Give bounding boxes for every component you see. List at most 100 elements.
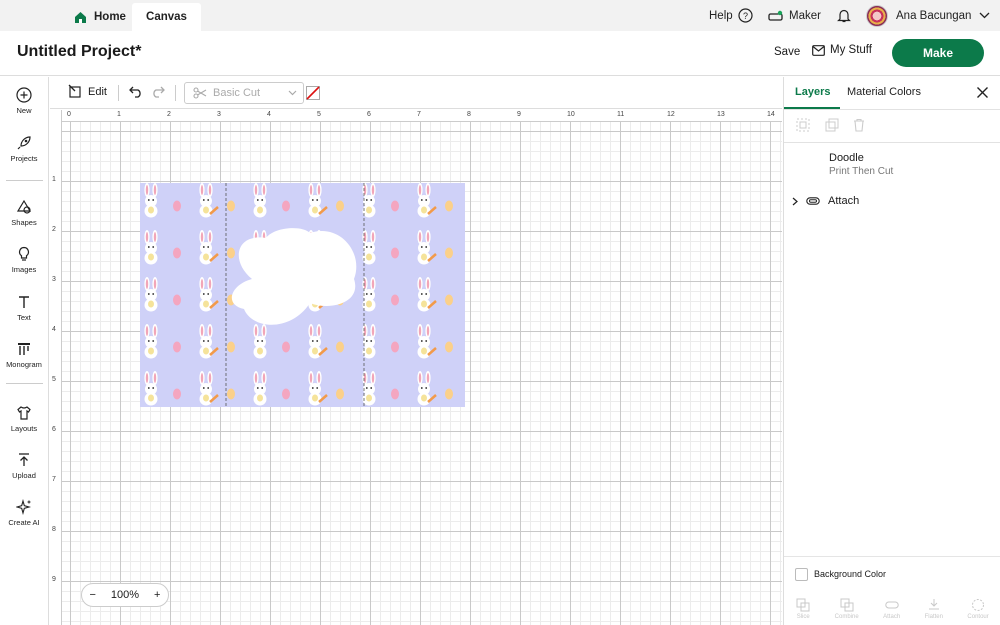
sidebar-label-images: Images <box>11 265 37 274</box>
combine-button[interactable]: Combine <box>835 598 859 620</box>
slice-label: Slice <box>796 613 810 620</box>
flatten-label: Flatten <box>924 613 943 620</box>
my-stuff-button[interactable]: My Stuff <box>812 44 872 56</box>
undo-icon[interactable] <box>129 86 143 98</box>
attach-button[interactable]: Attach <box>883 598 900 620</box>
redo-icon[interactable] <box>151 86 165 98</box>
chevron-right-icon[interactable] <box>792 197 798 206</box>
edit-icon <box>68 84 83 99</box>
attach-icon <box>884 598 899 612</box>
sidebar-label-upload: Upload <box>12 471 36 480</box>
ruler-label: 9 <box>52 576 56 583</box>
ruler-label: 4 <box>267 111 271 118</box>
ruler-label: 13 <box>717 111 725 118</box>
tab-canvas[interactable]: Canvas <box>132 3 201 31</box>
tab-layers[interactable]: Layers <box>795 86 830 98</box>
sidebar-item-monogram[interactable]: Monogram <box>0 341 48 369</box>
sidebar-label-text: Text <box>17 313 31 322</box>
contour-label: Contour <box>967 613 989 620</box>
ruler-label: 9 <box>517 111 521 118</box>
notifications-button[interactable] <box>837 0 851 31</box>
sidebar-item-upload[interactable]: Upload <box>0 452 48 480</box>
toolbar-divider <box>118 85 119 101</box>
sidebar-item-text[interactable]: Text <box>0 294 48 322</box>
sidebar-divider <box>6 383 43 384</box>
ruler-label: 4 <box>52 326 56 333</box>
background-color-checkbox[interactable] <box>795 567 808 581</box>
sidebar-item-new[interactable]: New <box>0 87 48 115</box>
ruler-label: 14 <box>767 111 775 118</box>
contour-button[interactable]: Contour <box>967 598 989 620</box>
combine-icon <box>840 598 854 612</box>
combine-label: Combine <box>834 613 859 620</box>
bottom-toolbar: Slice Combine Attach Flatten Contour <box>784 592 1000 625</box>
background-color-label: Background Color <box>814 569 887 579</box>
bell-icon <box>837 8 851 23</box>
edit-button[interactable]: Edit <box>68 84 107 99</box>
help-button[interactable]: Help ? <box>709 0 753 31</box>
design-canvas[interactable]: 0 1 2 3 4 5 6 7 8 9 10 11 12 13 14 1 2 3… <box>50 110 782 625</box>
zoom-level[interactable]: 100% <box>111 589 139 601</box>
help-label: Help <box>709 9 733 22</box>
ruler-label: 10 <box>567 111 575 118</box>
sidebar-item-layouts[interactable]: Layouts <box>0 405 48 433</box>
shirt-icon <box>16 405 32 421</box>
flatten-icon <box>927 598 941 612</box>
save-button[interactable]: Save <box>774 46 800 58</box>
sidebar-label-shapes: Shapes <box>11 218 37 227</box>
upload-icon <box>16 452 32 468</box>
maker-button[interactable]: Maker <box>768 0 821 31</box>
rocket-icon <box>16 135 32 151</box>
user-menu[interactable]: Ana Bacungan <box>866 0 990 31</box>
maker-label: Maker <box>789 9 821 22</box>
sidebar-label-create-ai: Create AI <box>8 518 40 527</box>
layers-panel: Layers Material Colors Doodle Print Then… <box>783 77 1000 625</box>
svg-text:?: ? <box>743 11 748 21</box>
ruler-label: 1 <box>52 176 56 183</box>
layer-name[interactable]: Doodle <box>829 152 864 164</box>
bunny-pattern-image[interactable] <box>140 183 465 407</box>
trash-icon[interactable] <box>852 118 866 132</box>
sidebar-item-create-ai[interactable]: Create AI <box>0 499 48 527</box>
tab-material-colors[interactable]: Material Colors <box>847 86 921 98</box>
ruler-label: 8 <box>52 526 56 533</box>
tab-home-label: Home <box>94 11 126 23</box>
my-stuff-label: My Stuff <box>830 44 872 56</box>
sidebar-item-projects[interactable]: Projects <box>0 135 48 163</box>
sidebar-label-projects: Projects <box>10 154 38 163</box>
sparkle-icon <box>16 499 32 515</box>
ruler-label: 1 <box>117 111 121 118</box>
ruler-label: 6 <box>367 111 371 118</box>
lightbulb-icon <box>16 246 32 262</box>
operation-value: Basic Cut <box>213 87 261 99</box>
zoom-control: − 100% + <box>81 583 169 607</box>
flatten-button[interactable]: Flatten <box>925 598 943 620</box>
zoom-in-button[interactable]: + <box>154 589 160 601</box>
duplicate-icon[interactable] <box>825 118 839 132</box>
make-button[interactable]: Make <box>892 39 984 67</box>
zoom-out-button[interactable]: − <box>89 589 95 601</box>
ruler-horizontal: 0 1 2 3 4 5 6 7 8 9 10 11 12 13 14 <box>50 110 782 122</box>
sidebar-item-images[interactable]: Images <box>0 246 48 274</box>
text-icon <box>16 294 32 310</box>
home-icon <box>74 11 87 24</box>
sidebar-item-shapes[interactable]: Shapes <box>0 199 48 227</box>
top-tab-bar: Home Canvas Help ? Maker Ana Bacungan <box>0 0 1000 31</box>
group-icon[interactable] <box>796 118 810 132</box>
sidebar-divider <box>6 180 43 181</box>
attach-label: Attach <box>828 195 860 207</box>
operation-select[interactable]: Basic Cut <box>184 82 304 104</box>
sidebar-label-layouts: Layouts <box>10 424 38 433</box>
slice-button[interactable]: Slice <box>796 598 810 620</box>
ruler-label: 7 <box>52 476 56 483</box>
project-title[interactable]: Untitled Project* <box>17 43 141 61</box>
close-icon[interactable] <box>976 86 989 99</box>
monogram-icon <box>16 341 32 357</box>
ruler-label: 5 <box>52 376 56 383</box>
color-swatch-icon[interactable] <box>306 86 320 100</box>
ruler-label: 2 <box>52 226 56 233</box>
attach-group-row[interactable]: Attach <box>792 195 859 207</box>
tab-home[interactable]: Home <box>74 3 126 31</box>
attach-tool-label: Attach <box>883 613 901 620</box>
ruler-vertical: 1 2 3 4 5 6 7 8 9 <box>50 110 62 625</box>
